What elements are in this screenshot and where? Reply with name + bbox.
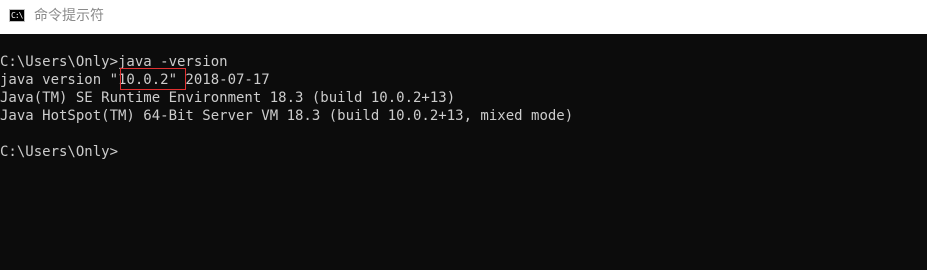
console-line: C:\Users\Only>java -version [0,54,228,70]
version-highlight-box [120,68,186,90]
console-prompt: C:\Users\Only> [0,144,119,160]
cmd-icon-glyph: C:\ [11,11,23,20]
window-title: 命令提示符 [34,8,104,24]
command-prompt-window: C:\ 命令提示符 C:\Users\Only>java -version ja… [0,0,927,270]
console-line: Java(TM) SE Runtime Environment 18.3 (bu… [0,90,456,106]
console-line: Java HotSpot(TM) 64-Bit Server VM 18.3 (… [0,108,574,124]
cmd-icon: C:\ [9,9,25,22]
console-output[interactable]: C:\Users\Only>java -version java version… [0,34,927,270]
title-bar[interactable]: C:\ 命令提示符 [0,0,927,34]
